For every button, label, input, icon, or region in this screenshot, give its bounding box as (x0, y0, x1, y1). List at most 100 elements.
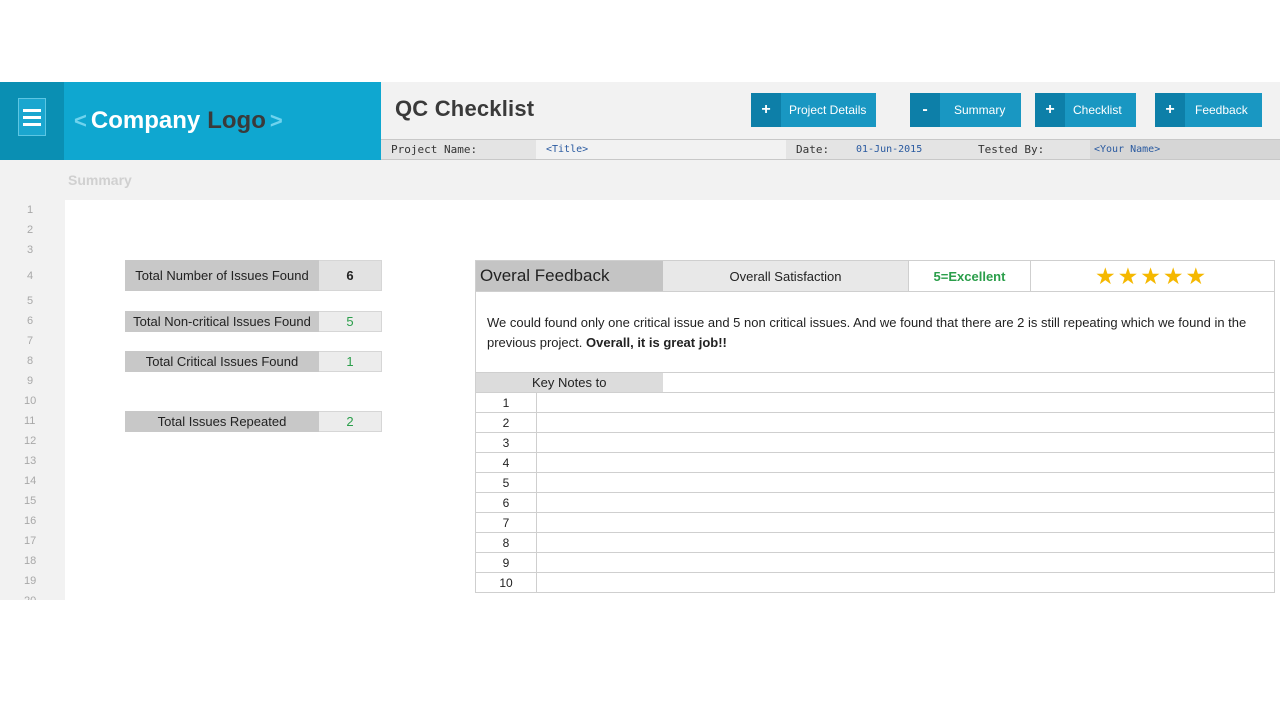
menu-bar (23, 108, 41, 112)
star-icon[interactable]: ★ (1118, 264, 1139, 288)
stat-critical-issues: Total Critical Issues Found 1 (125, 351, 382, 372)
date-value[interactable]: 01-Jun-2015 (846, 140, 968, 159)
note-cell[interactable] (537, 553, 1274, 572)
note-number: 9 (476, 553, 537, 572)
feedback-button[interactable]: + Feedback (1155, 93, 1262, 127)
project-name-value[interactable]: <Title> (536, 140, 786, 159)
note-cell[interactable] (537, 493, 1274, 512)
note-row: 2 (476, 412, 1274, 432)
row-number: 5 (27, 295, 34, 307)
row-number: 9 (27, 375, 34, 387)
star-icon[interactable]: ★ (1095, 264, 1116, 288)
row-number: 2 (27, 224, 34, 236)
stat-label: Total Number of Issues Found (125, 260, 319, 291)
note-cell[interactable] (537, 413, 1274, 432)
row-numbers: 1 2 3 4 5 6 7 8 9 10 11 12 13 14 15 16 1… (0, 200, 65, 600)
row-number: 15 (24, 495, 37, 507)
row-number: 13 (24, 455, 37, 467)
row-number: 17 (24, 535, 37, 547)
stat-value: 1 (319, 351, 382, 372)
note-number: 5 (476, 473, 537, 492)
note-number: 10 (476, 573, 537, 592)
note-row: 5 (476, 472, 1274, 492)
note-number: 8 (476, 533, 537, 552)
stat-label: Total Issues Repeated (125, 411, 319, 432)
note-row: 1 (476, 392, 1274, 412)
company-logo: < Company Logo > (64, 82, 381, 160)
row-number: 11 (24, 415, 36, 427)
note-row: 4 (476, 452, 1274, 472)
note-cell[interactable] (537, 533, 1274, 552)
plus-icon: + (751, 93, 781, 127)
project-info-bar: Project Name: <Title> Date: 01-Jun-2015 … (381, 140, 1280, 160)
hamburger-menu-icon[interactable] (18, 98, 46, 136)
note-number: 3 (476, 433, 537, 452)
row-number: 4 (27, 270, 34, 282)
logo-word-text: Logo (207, 107, 266, 134)
row-number: 6 (27, 315, 34, 327)
row-number: 12 (24, 435, 37, 447)
note-cell[interactable] (537, 433, 1274, 452)
satisfaction-value[interactable]: 5=Excellent (908, 261, 1031, 291)
row-number: 20 (0, 595, 65, 600)
menu-bar (23, 122, 41, 126)
feedback-title: Overal Feedback (476, 261, 663, 291)
project-details-button[interactable]: + Project Details (751, 93, 877, 127)
note-number: 4 (476, 453, 537, 472)
row-number: 7 (27, 335, 34, 347)
checklist-label: Checklist (1073, 103, 1122, 117)
project-details-label: Project Details (789, 103, 867, 117)
row-number: 8 (27, 355, 34, 367)
row-number: 14 (24, 475, 37, 487)
row-number: 3 (27, 244, 34, 256)
feedback-panel: Overal Feedback Overall Satisfaction 5=E… (475, 260, 1275, 593)
feedback-header: Overal Feedback Overall Satisfaction 5=E… (476, 261, 1274, 292)
checklist-button[interactable]: + Checklist (1035, 93, 1136, 127)
feedback-label: Feedback (1195, 103, 1248, 117)
title-bar: QC Checklist + Project Details - Summary… (381, 82, 1280, 140)
feedback-text-bold: Overall, it is great job!! (586, 335, 727, 350)
row-number: 16 (24, 515, 37, 527)
stat-noncritical-issues: Total Non-critical Issues Found 5 (125, 311, 382, 332)
row-number: 1 (27, 204, 34, 216)
section-band: Summary (0, 160, 1280, 200)
note-row: 10 (476, 572, 1274, 592)
note-number: 7 (476, 513, 537, 532)
stat-total-issues: Total Number of Issues Found 6 (125, 260, 382, 291)
stat-value: 5 (319, 311, 382, 332)
stat-value: 6 (319, 260, 382, 291)
page-title: QC Checklist (395, 96, 535, 121)
logo-left-chevron: < (74, 108, 87, 133)
menu-bar (23, 115, 41, 119)
date-label: Date: (786, 140, 846, 159)
star-icon[interactable]: ★ (1163, 264, 1184, 288)
star-icon[interactable]: ★ (1140, 264, 1161, 288)
plus-icon: + (1035, 93, 1065, 127)
logo-company-text: Company (90, 107, 201, 134)
note-cell[interactable] (537, 513, 1274, 532)
row-number: 18 (24, 555, 37, 567)
tested-by-value[interactable]: <Your Name> (1090, 140, 1280, 159)
section-label: Summary (68, 172, 132, 188)
stat-label: Total Critical Issues Found (125, 351, 319, 372)
row-number: 10 (24, 395, 37, 407)
note-cell[interactable] (537, 393, 1274, 412)
satisfaction-label: Overall Satisfaction (663, 261, 908, 291)
summary-button[interactable]: - Summary (910, 93, 1022, 127)
tested-by-label: Tested By: (968, 140, 1090, 159)
row-number: 19 (24, 575, 37, 587)
note-cell[interactable] (537, 473, 1274, 492)
note-number: 1 (476, 393, 537, 412)
note-row: 7 (476, 512, 1274, 532)
feedback-text: We could found only one critical issue a… (487, 313, 1273, 353)
plus-icon: + (1155, 93, 1185, 127)
note-row: 9 (476, 552, 1274, 572)
key-notes-header: Key Notes to (476, 372, 1274, 392)
key-notes-title: Key Notes to (476, 373, 663, 392)
note-cell[interactable] (537, 573, 1274, 592)
star-icon[interactable]: ★ (1186, 264, 1207, 288)
note-row: 8 (476, 532, 1274, 552)
note-cell[interactable] (537, 453, 1274, 472)
note-row: 6 (476, 492, 1274, 512)
logo-right-chevron: > (269, 108, 283, 133)
